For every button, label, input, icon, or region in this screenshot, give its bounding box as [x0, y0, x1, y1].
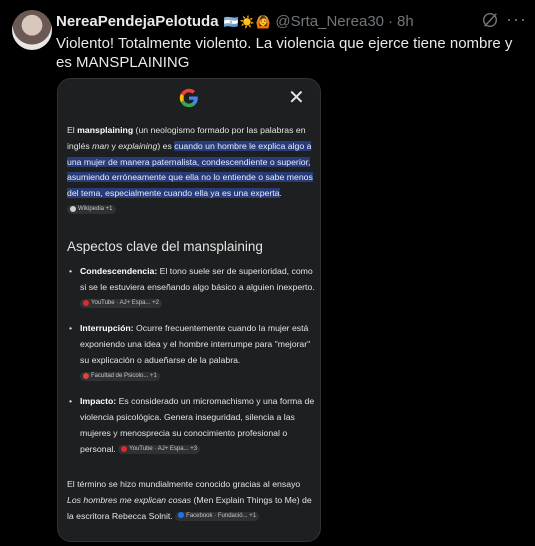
definition-term: mansplaining — [77, 125, 134, 135]
source-chip-wikipedia[interactable]: Wikipedia +1 — [67, 205, 116, 215]
tweet-text: Violento! Totalmente violento. La violen… — [56, 35, 513, 71]
bullet-label: Impacto: — [80, 396, 117, 406]
source-label: YouTube · AJ+ Espa... +2 — [91, 300, 159, 307]
word-man: man — [92, 140, 110, 151]
bullet-label: Condescendencia: — [80, 266, 158, 276]
definition-suffix: . — [279, 188, 282, 199]
source-chip-facultad[interactable]: Facultad de Psicolo... +1 — [80, 372, 160, 382]
separator-dot: · — [388, 13, 394, 30]
source-chip-youtube[interactable]: YouTube · AJ+ Espa... +2 — [80, 299, 162, 309]
wikipedia-icon — [70, 205, 76, 212]
source-chip-youtube[interactable]: YouTube · AJ+ Espa... +3 — [118, 445, 201, 455]
avatar[interactable] — [12, 10, 52, 50]
book-title: Los hombres me explican cosas — [67, 494, 192, 505]
definition-prefix: El — [67, 125, 78, 135]
list-item: Impacto: Es considerado un micromachismo… — [66, 393, 316, 457]
source-label: Facultad de Psicolo... +1 — [91, 373, 157, 380]
youtube-icon — [83, 299, 89, 306]
list-item: Interrupción: Ocurre frecuentemente cuan… — [66, 320, 316, 384]
grok-icon[interactable] — [481, 11, 499, 29]
youtube-icon — [121, 445, 128, 452]
source-label: Facebook · Fundació... +1 — [186, 512, 257, 519]
key-aspects-list: Condescendencia: El tono suele ser de su… — [66, 263, 316, 466]
closing-text: El término se hizo mundialmente conocido… — [67, 479, 301, 489]
definition-paragraph: El mansplaining (un neologismo formado p… — [67, 123, 315, 218]
word-explaining: explaining — [118, 140, 158, 151]
section-heading: Aspectos clave del mansplaining — [67, 239, 263, 254]
source-label: Wikipedia +1 — [78, 206, 113, 213]
list-item: Condescendencia: El tono suele ser de su… — [66, 263, 316, 311]
attached-screenshot[interactable]: ✕ El mansplaining (un neologismo formado… — [57, 78, 321, 542]
faculty-icon — [83, 372, 89, 379]
source-chip-facebook[interactable]: Facebook · Fundació... +1 — [175, 511, 260, 521]
close-icon[interactable]: ✕ — [288, 85, 305, 110]
bullet-label: Interrupción: — [80, 323, 134, 333]
name-emojis: 🇦🇷☀️🙆 — [223, 14, 272, 29]
source-label: YouTube · AJ+ Espa... +3 — [129, 446, 198, 453]
tweet-header: NereaPendejaPelotuda 🇦🇷☀️🙆 @Srta_Nerea30… — [56, 13, 414, 30]
more-options-button[interactable]: ··· — [506, 9, 527, 30]
post-timestamp[interactable]: 8h — [397, 13, 414, 30]
definition-text: ) es — [157, 140, 175, 151]
closing-paragraph: El término se hizo mundialmente conocido… — [67, 477, 315, 524]
user-handle[interactable]: @Srta_Nerea30 — [275, 13, 384, 30]
facebook-icon — [178, 512, 185, 519]
definition-text: y — [109, 140, 119, 151]
google-logo-icon — [179, 88, 198, 108]
tweet: NereaPendejaPelotuda 🇦🇷☀️🙆 @Srta_Nerea30… — [0, 0, 535, 546]
display-name[interactable]: NereaPendejaPelotuda — [56, 13, 219, 30]
